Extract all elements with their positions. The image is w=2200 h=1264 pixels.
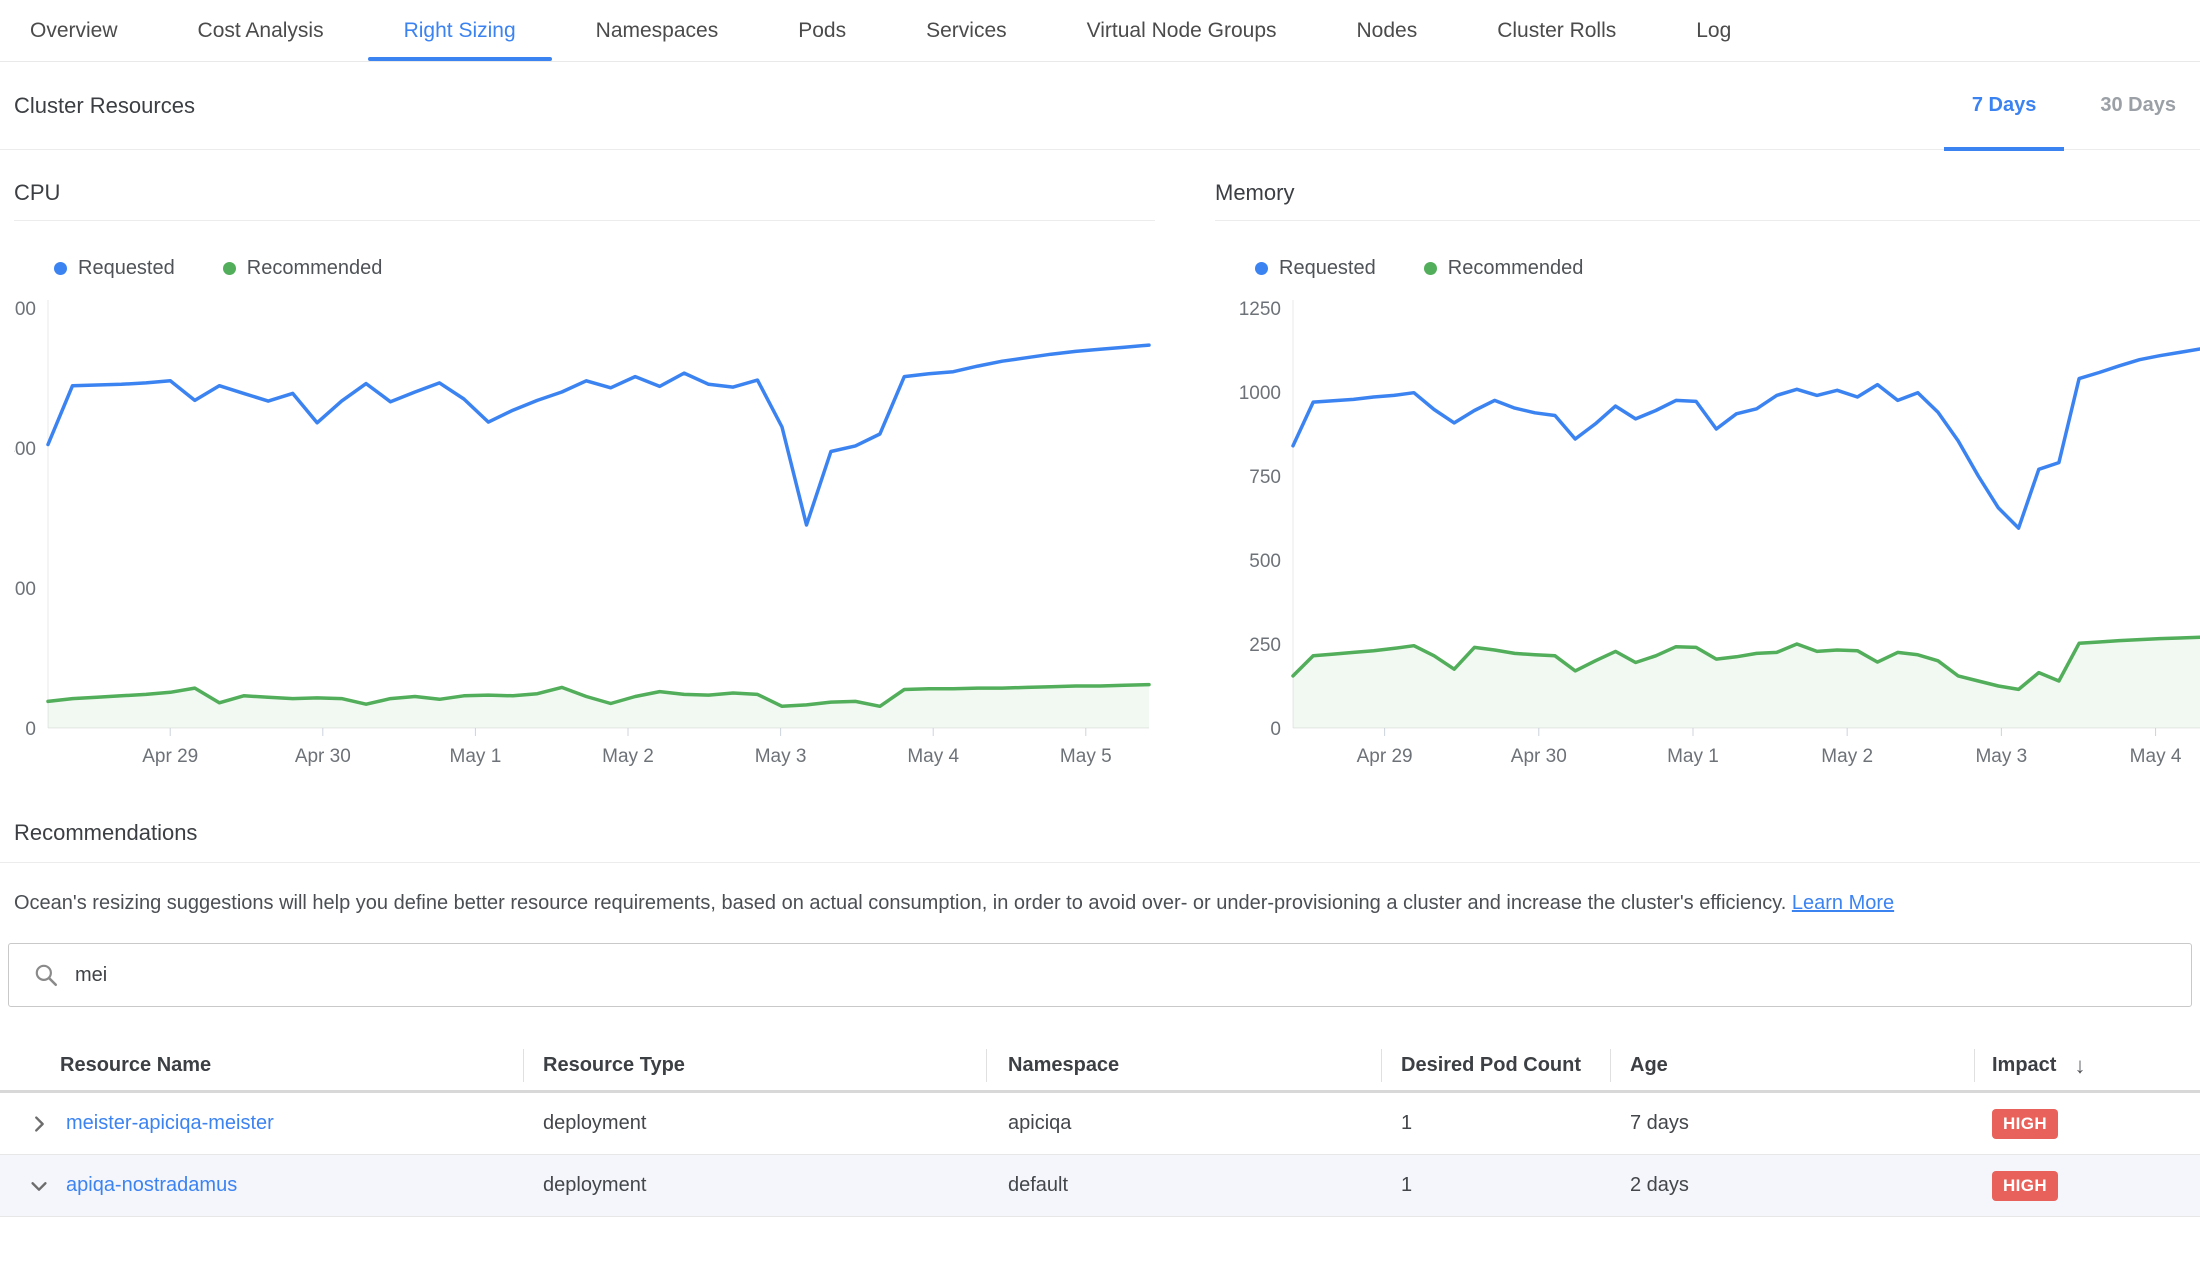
svg-text:May 2: May 2 (1821, 746, 1873, 767)
chevron-down-icon[interactable] (28, 1175, 50, 1197)
tab-cost-analysis[interactable]: Cost Analysis (198, 0, 324, 61)
table-header-row: Resource Name Resource Type Namespace De… (0, 1041, 2200, 1093)
range-30-days[interactable]: 30 Days (2100, 62, 2176, 149)
top-tab-bar: Overview Cost Analysis Right Sizing Name… (0, 0, 2200, 62)
svg-text:0: 0 (1270, 719, 1281, 740)
svg-text:Apr 30: Apr 30 (295, 746, 351, 767)
tab-overview[interactable]: Overview (30, 0, 118, 61)
legend-requested-label: Requested (1279, 257, 1376, 280)
tab-services[interactable]: Services (926, 0, 1007, 61)
svg-text:1250: 1250 (1239, 299, 1281, 320)
namespace-cell: default (986, 1155, 1381, 1216)
svg-text:400: 400 (14, 439, 36, 460)
svg-text:750: 750 (1249, 467, 1281, 488)
recommendations-description: Ocean's resizing suggestions will help y… (14, 889, 2186, 917)
svg-text:Apr 29: Apr 29 (1357, 746, 1413, 767)
resource-name-link[interactable]: meister-apiciqa-meister (66, 1112, 274, 1135)
svg-text:May 1: May 1 (1667, 746, 1719, 767)
age-cell: 2 days (1610, 1155, 1974, 1216)
date-range-toggle: 7 Days 30 Days (1972, 62, 2186, 149)
recommendations-title: Recommendations (14, 820, 2200, 846)
svg-text:250: 250 (1249, 635, 1281, 656)
cluster-resources-title: Cluster Resources (14, 93, 195, 119)
impact-high-badge: HIGH (1992, 1171, 2058, 1201)
sort-descending-icon[interactable]: ↓ (2074, 1053, 2085, 1079)
legend-recommended-label: Recommended (1448, 257, 1584, 280)
cpu-chart-title: CPU (14, 180, 1155, 221)
requested-dot-icon (54, 262, 67, 275)
svg-text:May 3: May 3 (755, 746, 807, 767)
svg-text:200: 200 (14, 579, 36, 600)
tab-right-sizing[interactable]: Right Sizing (404, 0, 516, 61)
age-cell: 7 days (1610, 1093, 1974, 1154)
charts-row: CPU Requested Recommended 0 200 400 600 Apr … (0, 150, 2200, 772)
column-header-desired-pod-count[interactable]: Desired Pod Count (1381, 1041, 1610, 1090)
tab-namespaces[interactable]: Namespaces (596, 0, 719, 61)
recommendations-description-text: Ocean's resizing suggestions will help y… (14, 892, 1786, 914)
chevron-right-icon[interactable] (28, 1113, 50, 1135)
range-7-days[interactable]: 7 Days (1972, 62, 2037, 149)
namespace-cell: apiciqa (986, 1093, 1381, 1154)
impact-high-badge: HIGH (1992, 1109, 2058, 1139)
resource-name-link[interactable]: apiqa-nostradamus (66, 1174, 237, 1197)
legend-recommended[interactable]: Recommended (223, 257, 383, 280)
column-header-resource-name[interactable]: Resource Name (0, 1041, 523, 1090)
requested-dot-icon (1255, 262, 1268, 275)
tab-log[interactable]: Log (1696, 0, 1731, 61)
column-header-resource-type[interactable]: Resource Type (523, 1041, 986, 1090)
table-row[interactable]: apiqa-nostradamus deployment default 1 2… (0, 1155, 2200, 1217)
svg-text:May 4: May 4 (2130, 746, 2182, 767)
svg-text:May 5: May 5 (1060, 746, 1112, 767)
tab-pods[interactable]: Pods (798, 0, 846, 61)
svg-text:0: 0 (25, 719, 36, 740)
recommendations-header: Recommendations (0, 820, 2200, 863)
recommendations-table: Resource Name Resource Type Namespace De… (0, 1041, 2200, 1217)
tab-virtual-node-groups[interactable]: Virtual Node Groups (1087, 0, 1277, 61)
cpu-line-chart: 0 200 400 600 Apr 29 Apr 30 May 1 May 2 May 3 May… (14, 292, 1155, 772)
resource-type-cell: deployment (523, 1155, 986, 1216)
svg-text:Apr 30: Apr 30 (1511, 746, 1567, 767)
learn-more-link[interactable]: Learn More (1792, 892, 1894, 914)
memory-line-chart: 0 250 500 750 1000 1250 Apr 29 Apr 30 May 1 May 2… (1215, 292, 2200, 772)
legend-recommended[interactable]: Recommended (1424, 257, 1584, 280)
legend-recommended-label: Recommended (247, 257, 383, 280)
search-input[interactable] (75, 964, 1975, 987)
column-header-age[interactable]: Age (1610, 1041, 1974, 1090)
svg-text:600: 600 (14, 299, 36, 320)
recommended-dot-icon (223, 262, 236, 275)
legend-requested[interactable]: Requested (54, 257, 175, 280)
desired-pod-count-cell: 1 (1381, 1093, 1610, 1154)
tab-cluster-rolls[interactable]: Cluster Rolls (1497, 0, 1616, 61)
resource-search-box (8, 943, 2192, 1007)
legend-requested[interactable]: Requested (1255, 257, 1376, 280)
svg-text:May 4: May 4 (907, 746, 959, 767)
cluster-resources-header: Cluster Resources 7 Days 30 Days (0, 62, 2200, 150)
memory-chart-legend: Requested Recommended (1255, 257, 2200, 280)
column-header-namespace[interactable]: Namespace (986, 1041, 1381, 1090)
legend-requested-label: Requested (78, 257, 175, 280)
cpu-chart-legend: Requested Recommended (54, 257, 1155, 280)
recommended-dot-icon (1424, 262, 1437, 275)
svg-text:May 2: May 2 (602, 746, 654, 767)
svg-text:Apr 29: Apr 29 (142, 746, 198, 767)
search-icon (33, 962, 59, 988)
resource-type-cell: deployment (523, 1093, 986, 1154)
cpu-chart-section: CPU Requested Recommended 0 200 400 600 Apr … (14, 150, 1155, 772)
tab-nodes[interactable]: Nodes (1357, 0, 1418, 61)
svg-text:May 3: May 3 (1975, 746, 2027, 767)
table-row[interactable]: meister-apiciqa-meister deployment apici… (0, 1093, 2200, 1155)
memory-chart-title: Memory (1215, 180, 2200, 221)
column-header-impact[interactable]: Impact ↓ (1974, 1041, 2200, 1090)
desired-pod-count-cell: 1 (1381, 1155, 1610, 1216)
svg-text:May 1: May 1 (450, 746, 502, 767)
svg-text:1000: 1000 (1239, 383, 1281, 404)
memory-chart-section: Memory Requested Recommended 0 250 500 750 1… (1215, 150, 2200, 772)
svg-text:500: 500 (1249, 551, 1281, 572)
